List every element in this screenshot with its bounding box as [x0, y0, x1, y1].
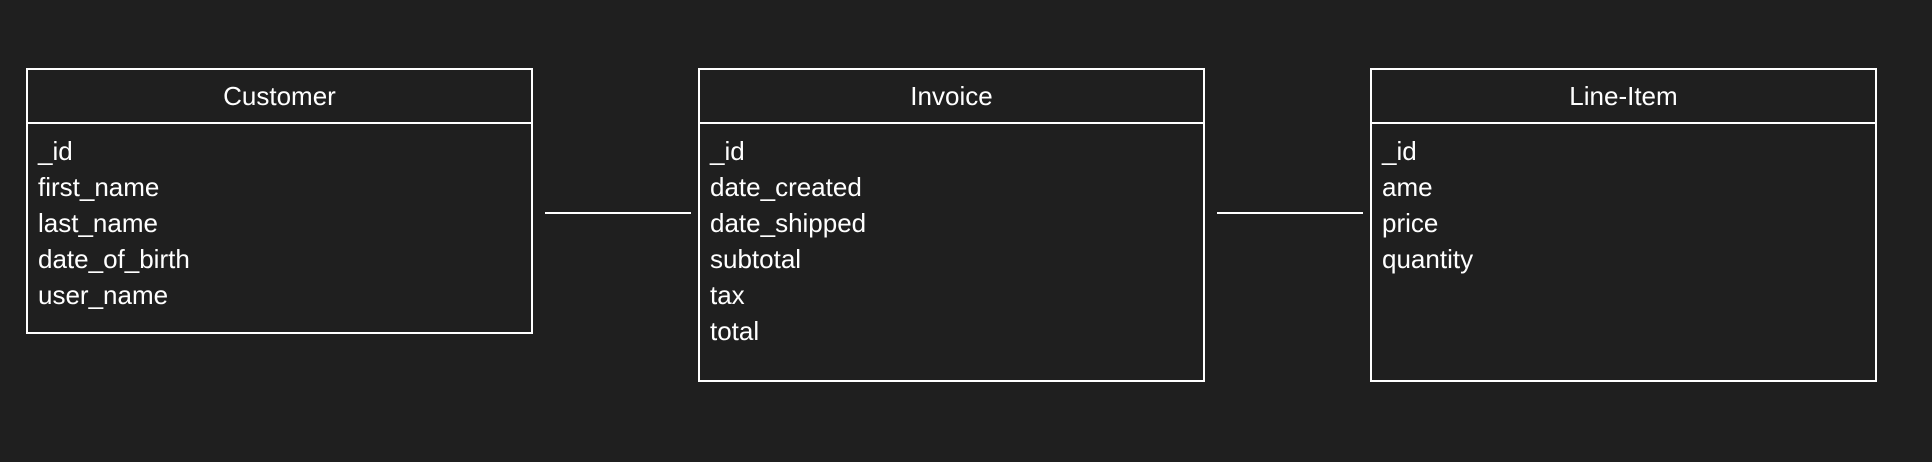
field-item: _id	[1382, 136, 1417, 166]
entity-customer[interactable]: Customer _id first_name last_name date_o…	[26, 68, 533, 334]
entity-line-item[interactable]: Line-Item _id ame price quantity	[1370, 68, 1877, 382]
field-list: _id date_created date_shipped subtotal t…	[700, 124, 1203, 349]
field-item: tax	[710, 280, 745, 310]
entity-title: Customer	[28, 70, 531, 124]
field-list: _id first_name last_name date_of_birth u…	[28, 124, 531, 313]
field-item: date_shipped	[710, 208, 867, 238]
field-item: last_name	[38, 208, 158, 238]
relationship-line-invoice-lineitem	[1217, 212, 1363, 214]
field-item: _id	[710, 136, 745, 166]
field-item: first_name	[38, 172, 160, 202]
field-item: price	[1382, 208, 1439, 238]
entity-title: Invoice	[700, 70, 1203, 124]
field-item: quantity	[1382, 244, 1474, 274]
field-item: user_name	[38, 280, 169, 310]
entity-invoice[interactable]: Invoice _id date_created date_shipped su…	[698, 68, 1205, 382]
field-item: total	[710, 316, 760, 346]
field-item: date_of_birth	[38, 244, 190, 274]
field-item: _id	[38, 136, 73, 166]
field-list: _id ame price quantity	[1372, 124, 1875, 277]
field-item: ame	[1382, 172, 1433, 202]
field-item: subtotal	[710, 244, 802, 274]
entity-title: Line-Item	[1372, 70, 1875, 124]
relationship-line-customer-invoice	[545, 212, 691, 214]
field-item: date_created	[710, 172, 862, 202]
